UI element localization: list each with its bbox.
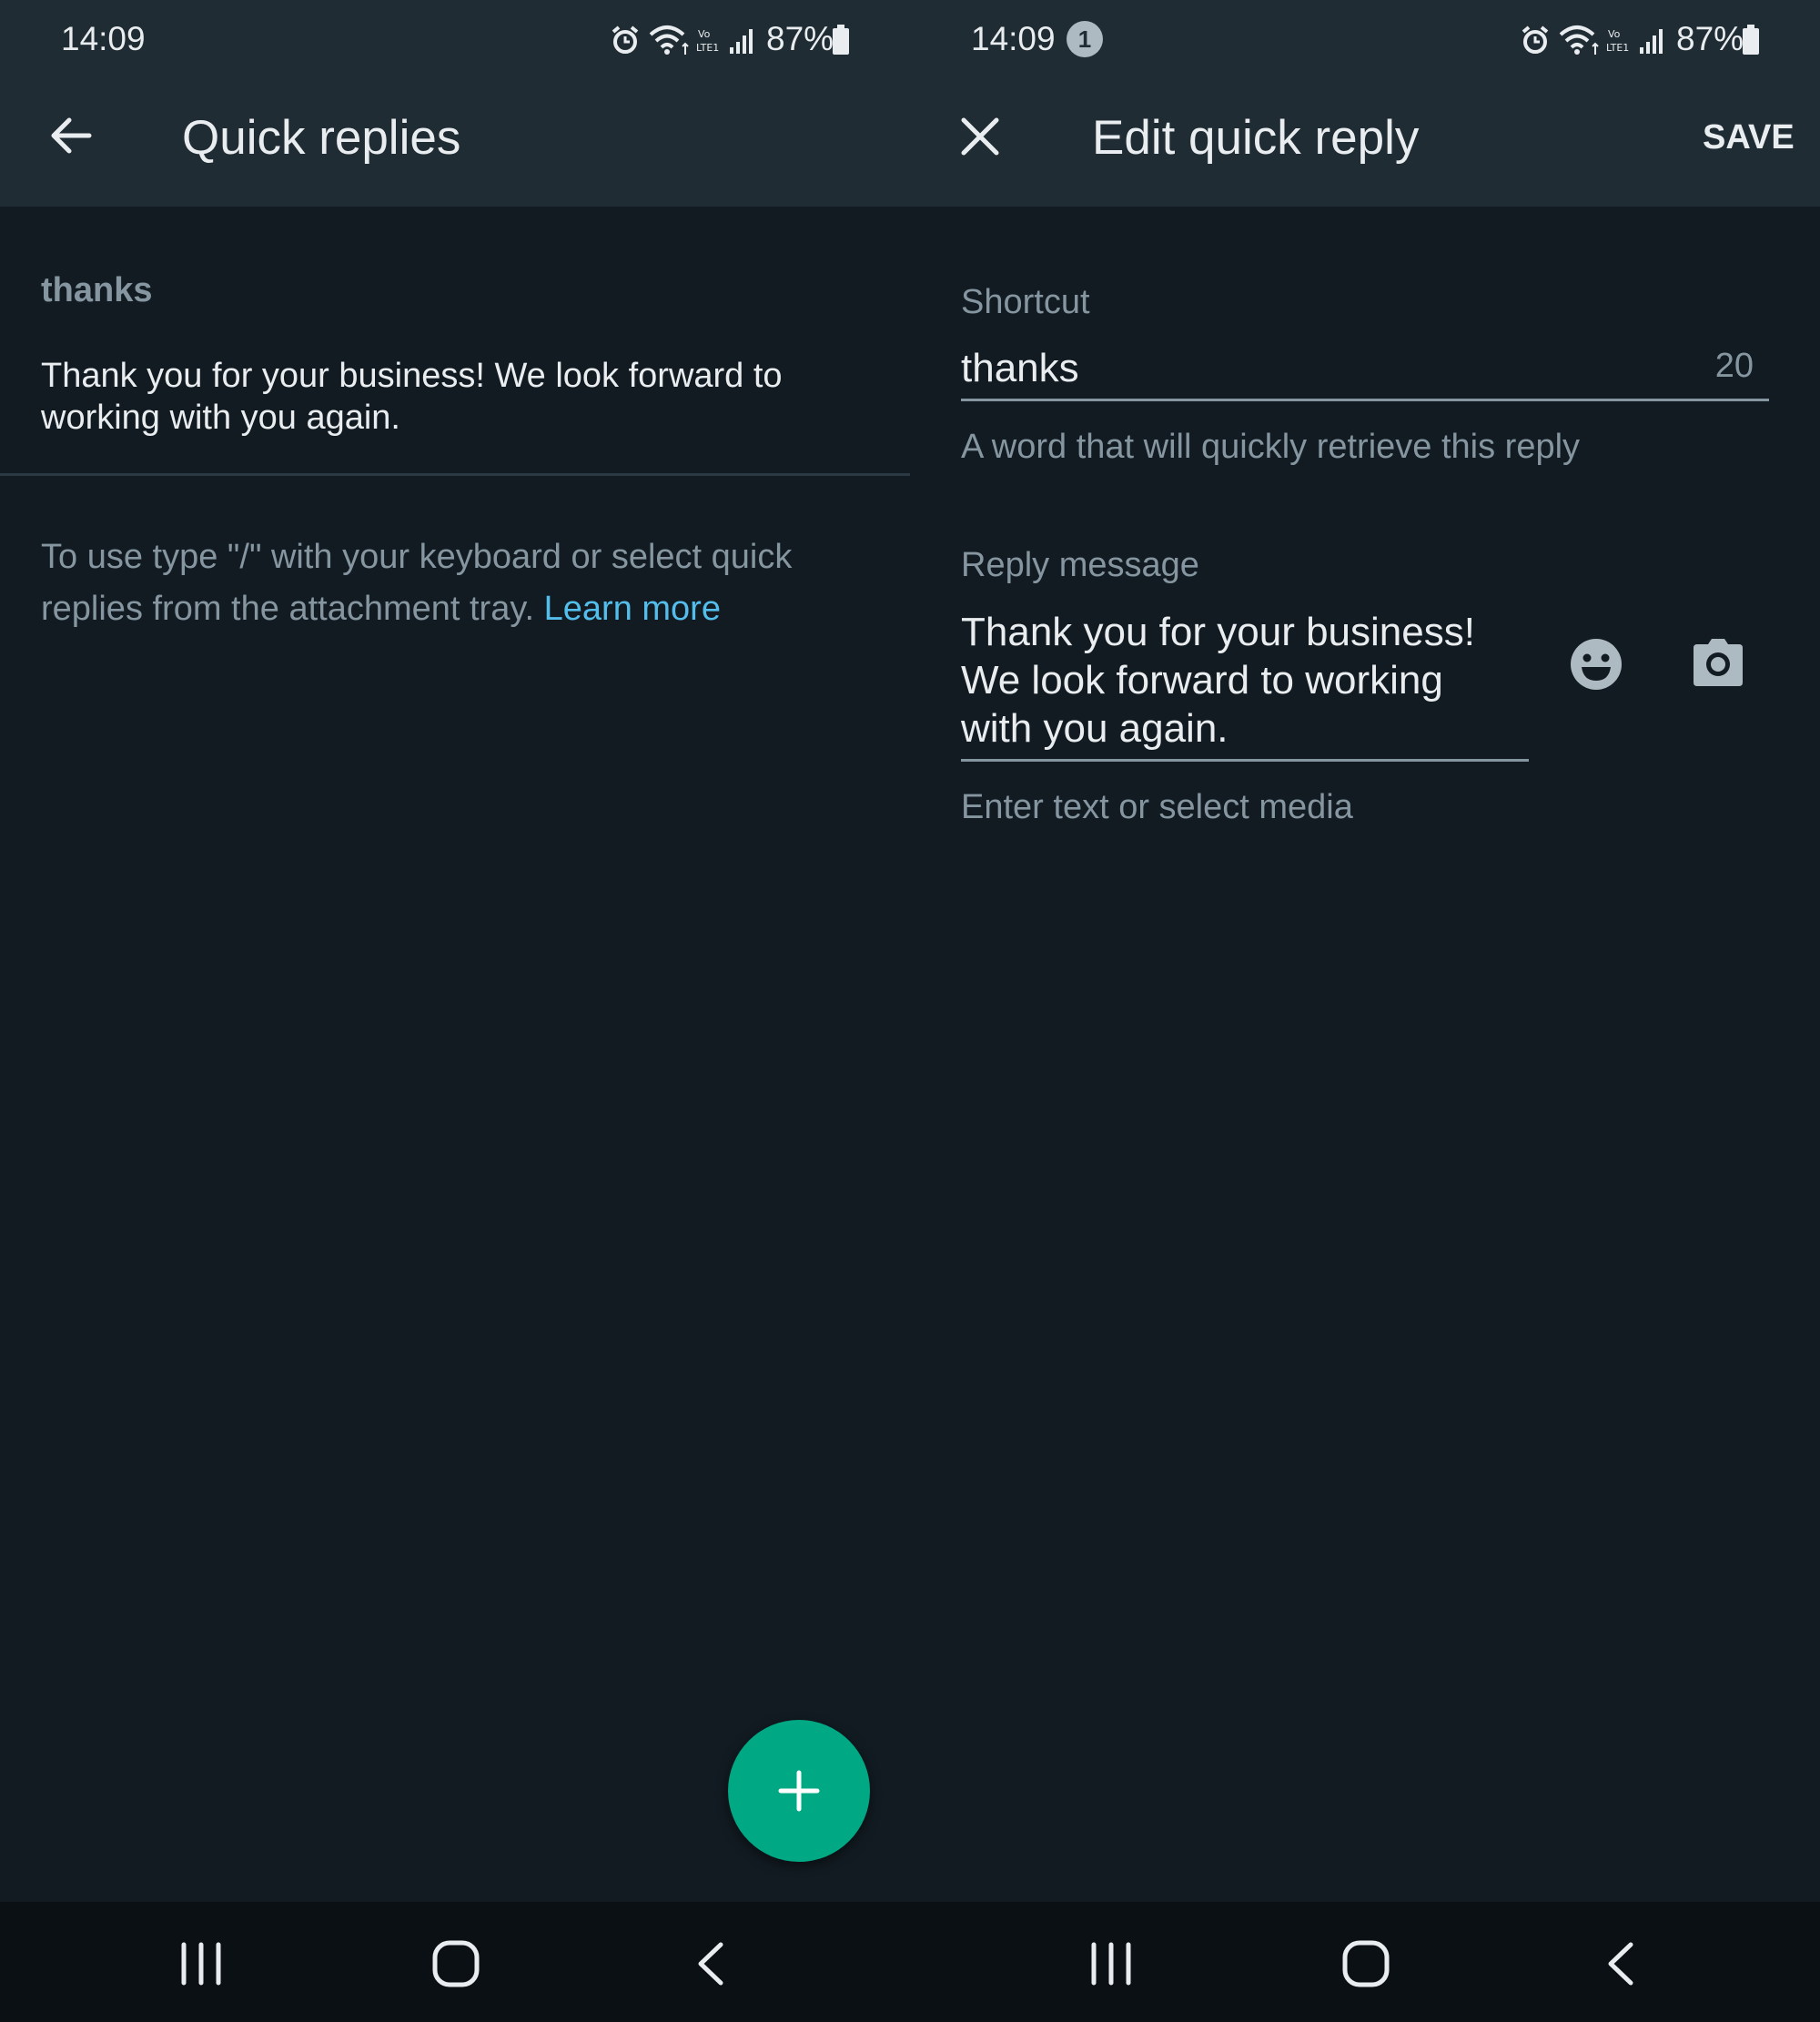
alarm-icon xyxy=(612,25,639,54)
reply-message-line: We look forward to working xyxy=(961,658,1443,703)
svg-text:LTE1: LTE1 xyxy=(696,42,719,54)
wifi-icon xyxy=(1559,25,1599,55)
plus-icon xyxy=(778,1770,820,1812)
battery-icon xyxy=(1743,25,1759,55)
battery-icon xyxy=(833,25,849,55)
back-icon[interactable] xyxy=(693,1941,730,1987)
quick-replies-screen: 14:09 Vo LTE1 87% Quick replies thanks T… xyxy=(0,0,910,2022)
back-icon[interactable] xyxy=(1603,1941,1640,1987)
notification-count-badge: 1 xyxy=(1067,21,1103,57)
navigation-bar xyxy=(910,1902,1820,2022)
svg-text:Vo: Vo xyxy=(698,28,711,40)
close-icon[interactable] xyxy=(959,116,1001,157)
battery-percentage: 87% xyxy=(1676,20,1744,57)
navigation-bar xyxy=(0,1902,910,2022)
divider xyxy=(0,473,910,476)
learn-more-link[interactable]: Learn more xyxy=(544,590,721,628)
reply-message-underline xyxy=(961,759,1529,762)
reply-message-line: with you again. xyxy=(961,706,1228,751)
shortcut-underline xyxy=(961,399,1769,401)
battery-percentage: 87% xyxy=(766,20,834,57)
character-counter: 20 xyxy=(1714,347,1754,385)
shortcut-label: Shortcut xyxy=(961,283,1090,321)
reply-message-line: Thank you for your business! xyxy=(961,610,1475,654)
wifi-icon xyxy=(649,25,689,55)
svg-text:LTE1: LTE1 xyxy=(1606,42,1629,54)
emoji-icon[interactable] xyxy=(1569,637,1623,692)
shortcut-value: thanks xyxy=(961,346,1079,390)
usage-hint: To use type "/" with your keyboard or se… xyxy=(41,531,878,635)
app-bar: Edit quick reply SAVE xyxy=(910,82,1820,207)
shortcut-helper-text: A word that will quickly retrieve this r… xyxy=(961,428,1581,466)
quick-reply-message: Thank you for your business! We look for… xyxy=(41,357,783,437)
reply-message-helper-text: Enter text or select media xyxy=(961,788,1353,826)
quick-reply-shortcut: thanks xyxy=(41,271,153,309)
volte-icon: Vo LTE1 xyxy=(1606,28,1629,54)
reply-message-label: Reply message xyxy=(961,546,1199,584)
volte-icon: Vo LTE1 xyxy=(696,28,719,54)
save-button[interactable]: SAVE xyxy=(1703,118,1795,157)
camera-icon[interactable] xyxy=(1692,637,1744,688)
home-icon[interactable] xyxy=(1341,1939,1390,1988)
recents-icon[interactable] xyxy=(178,1941,224,1987)
recents-icon[interactable] xyxy=(1088,1941,1134,1987)
edit-quick-reply-screen: 14:09 1 Vo LTE1 87% Edit quick reply SAV… xyxy=(910,0,1820,2022)
signal-icon xyxy=(1640,29,1663,54)
signal-icon xyxy=(730,29,753,54)
status-time: 14:09 xyxy=(971,20,1056,57)
home-icon[interactable] xyxy=(431,1939,480,1988)
reply-message-input[interactable]: Thank you for your business! We look for… xyxy=(961,608,1529,764)
alarm-icon xyxy=(1522,25,1549,54)
page-title: Edit quick reply xyxy=(1092,111,1420,165)
svg-text:Vo: Vo xyxy=(1608,28,1621,40)
app-bar: Quick replies xyxy=(0,82,910,207)
status-bar: 14:09 Vo LTE1 87% xyxy=(0,0,910,82)
shortcut-input[interactable]: thanks 20 xyxy=(961,337,1769,402)
add-quick-reply-button[interactable] xyxy=(728,1720,870,1862)
status-time: 14:09 xyxy=(61,20,146,57)
back-arrow-icon[interactable] xyxy=(47,112,95,159)
page-title: Quick replies xyxy=(182,111,461,165)
status-bar: 14:09 1 Vo LTE1 87% xyxy=(910,0,1820,82)
